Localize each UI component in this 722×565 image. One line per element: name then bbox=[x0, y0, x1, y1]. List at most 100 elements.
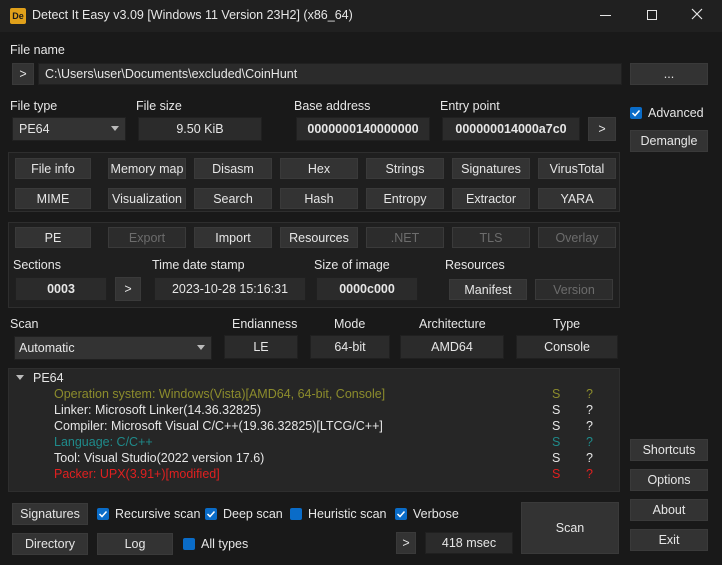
scan-time-field: 418 msec bbox=[425, 532, 513, 554]
tool-disasm-button[interactable]: Disasm bbox=[194, 158, 272, 179]
pe-tab-pe[interactable]: PE bbox=[15, 227, 91, 248]
tool-entropy-button[interactable]: Entropy bbox=[366, 188, 444, 209]
scan-label: Scan bbox=[10, 317, 39, 331]
file-path-field[interactable]: C:\Users\user\Documents\excluded\CoinHun… bbox=[38, 63, 622, 85]
verbose-label: Verbose bbox=[413, 507, 459, 521]
signatures-button[interactable]: Signatures bbox=[12, 503, 88, 525]
result-row-compiler-s: S bbox=[552, 419, 561, 433]
result-row-packer-q: ? bbox=[586, 467, 593, 481]
file-more-button[interactable]: ... bbox=[630, 63, 708, 85]
result-row-language[interactable]: Language: C/C++ bbox=[54, 435, 153, 449]
result-row-os[interactable]: Operation system: Windows(Vista)[AMD64, … bbox=[54, 387, 385, 401]
exit-button[interactable]: Exit bbox=[630, 529, 708, 551]
pe-tab-overlay: Overlay bbox=[538, 227, 616, 248]
browse-button[interactable]: > bbox=[12, 63, 34, 85]
architecture-field: AMD64 bbox=[400, 335, 504, 359]
sections-field: 0003 bbox=[15, 277, 107, 301]
tree-root[interactable]: PE64 bbox=[33, 371, 64, 385]
advanced-label: Advanced bbox=[648, 106, 704, 120]
tool-hash-button[interactable]: Hash bbox=[280, 188, 358, 209]
architecture-label: Architecture bbox=[419, 317, 486, 331]
tool-extractor-button[interactable]: Extractor bbox=[452, 188, 530, 209]
result-row-linker-q: ? bbox=[586, 403, 593, 417]
scan-mode-select[interactable]: Automatic bbox=[14, 336, 212, 360]
tool-hex-button[interactable]: Hex bbox=[280, 158, 358, 179]
timestamp-label: Time date stamp bbox=[152, 258, 245, 272]
maximize-icon[interactable] bbox=[647, 10, 657, 20]
tool-file-info-button[interactable]: File info bbox=[15, 158, 91, 179]
chevron-down-icon bbox=[111, 126, 119, 131]
manifest-button[interactable]: Manifest bbox=[449, 279, 527, 300]
entry-point-go-button[interactable]: > bbox=[588, 117, 616, 141]
result-row-tool-q: ? bbox=[586, 451, 593, 465]
entry-point-label: Entry point bbox=[440, 99, 500, 113]
result-row-packer-s: S bbox=[552, 467, 561, 481]
tool-mime-button[interactable]: MIME bbox=[15, 188, 91, 209]
result-row-language-s: S bbox=[552, 435, 561, 449]
result-row-tool[interactable]: Tool: Visual Studio(2022 version 17.6) bbox=[54, 451, 264, 465]
result-row-linker[interactable]: Linker: Microsoft Linker(14.36.32825) bbox=[54, 403, 261, 417]
pe-tab-import[interactable]: Import bbox=[194, 227, 272, 248]
options-button[interactable]: Options bbox=[630, 469, 708, 491]
tool-yara-button[interactable]: YARA bbox=[538, 188, 616, 209]
result-row-compiler-q: ? bbox=[586, 419, 593, 433]
entry-point-field: 000000014000a7c0 bbox=[442, 117, 580, 141]
recursive-scan-label: Recursive scan bbox=[115, 507, 201, 521]
tool-visualization-button[interactable]: Visualization bbox=[108, 188, 186, 209]
file-size-label: File size bbox=[136, 99, 182, 113]
tool-strings-button[interactable]: Strings bbox=[366, 158, 444, 179]
about-button[interactable]: About bbox=[630, 499, 708, 521]
app-icon: De bbox=[10, 8, 26, 24]
result-row-os-s: S bbox=[552, 387, 561, 401]
type-label: Type bbox=[553, 317, 581, 331]
mode-field: 64-bit bbox=[310, 335, 390, 359]
deep-scan-label: Deep scan bbox=[223, 507, 283, 521]
pe-tab-tls: TLS bbox=[452, 227, 530, 248]
heuristic-scan-label: Heuristic scan bbox=[308, 507, 387, 521]
recursive-scan-checkbox[interactable] bbox=[97, 508, 109, 520]
scan-button[interactable]: Scan bbox=[521, 502, 619, 554]
demangle-button[interactable]: Demangle bbox=[630, 130, 708, 152]
file-name-label: File name bbox=[10, 43, 65, 57]
file-type-select[interactable]: PE64 bbox=[12, 117, 126, 141]
base-address-field: 0000000140000000 bbox=[296, 117, 430, 141]
heuristic-scan-checkbox[interactable] bbox=[290, 508, 302, 520]
shortcuts-button[interactable]: Shortcuts bbox=[630, 439, 708, 461]
result-row-linker-s: S bbox=[552, 403, 561, 417]
pe-tab-export: Export bbox=[108, 227, 186, 248]
file-type-label: File type bbox=[10, 99, 58, 113]
result-row-compiler[interactable]: Compiler: Microsoft Visual C/C++(19.36.3… bbox=[54, 419, 383, 433]
advanced-checkbox[interactable] bbox=[630, 107, 642, 119]
log-button[interactable]: Log bbox=[97, 533, 173, 555]
all-types-checkbox[interactable] bbox=[183, 538, 195, 550]
result-row-packer[interactable]: Packer: UPX(3.91+)[modified] bbox=[54, 467, 220, 481]
sections-label: Sections bbox=[13, 258, 61, 272]
type-field: Console bbox=[516, 335, 618, 359]
tool-signatures-button[interactable]: Signatures bbox=[452, 158, 530, 179]
size-of-image-field: 0000c000 bbox=[316, 277, 418, 301]
deep-scan-checkbox[interactable] bbox=[205, 508, 217, 520]
size-of-image-label: Size of image bbox=[314, 258, 390, 272]
window-title: Detect It Easy v3.09 [Windows 11 Version… bbox=[32, 8, 353, 22]
resources-label: Resources bbox=[445, 258, 505, 272]
base-address-label: Base address bbox=[294, 99, 371, 113]
tool-memory-map-button[interactable]: Memory map bbox=[108, 158, 186, 179]
timestamp-field: 2023-10-28 15:16:31 bbox=[154, 277, 306, 301]
directory-button[interactable]: Directory bbox=[12, 533, 88, 555]
pe-tab-resources[interactable]: Resources bbox=[280, 227, 358, 248]
scan-mode-value: Automatic bbox=[19, 341, 75, 355]
tool-search-button[interactable]: Search bbox=[194, 188, 272, 209]
endianness-label: Endianness bbox=[232, 317, 298, 331]
minimize-icon[interactable] bbox=[600, 15, 611, 16]
file-size-field: 9.50 KiB bbox=[138, 117, 262, 141]
sections-go-button[interactable]: > bbox=[115, 277, 141, 301]
close-icon[interactable] bbox=[690, 7, 704, 21]
version-button: Version bbox=[535, 279, 613, 300]
tree-expand-icon[interactable] bbox=[16, 375, 24, 380]
mode-label: Mode bbox=[334, 317, 366, 331]
scan-more-button[interactable]: > bbox=[396, 532, 416, 554]
verbose-checkbox[interactable] bbox=[395, 508, 407, 520]
tool-virustotal-button[interactable]: VirusTotal bbox=[538, 158, 616, 179]
chevron-down-icon bbox=[197, 345, 205, 350]
result-row-os-q: ? bbox=[586, 387, 593, 401]
